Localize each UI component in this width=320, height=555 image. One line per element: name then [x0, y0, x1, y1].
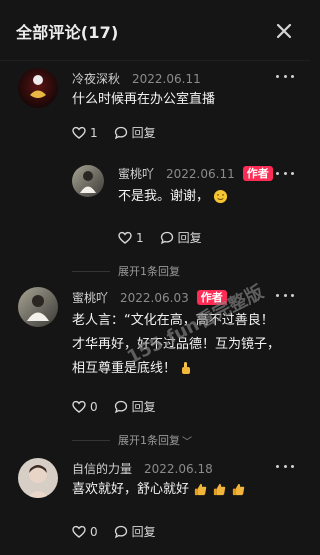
comment-meta: 冷夜深秋 2022.06.11 — [72, 70, 201, 87]
reply-text-content: 不是我。谢谢， — [118, 189, 210, 204]
avatar[interactable] — [18, 458, 58, 498]
comment-meta: 自信的力量 2022.06.18 — [72, 460, 213, 477]
reply-button[interactable]: 回复 — [114, 124, 156, 141]
expand-replies-link[interactable]: 展开1条回复 — [72, 263, 180, 279]
page-title: 全部评论(17) — [16, 23, 119, 42]
chevron-down-icon: ﹀ — [182, 436, 192, 448]
like-button[interactable]: 0 — [72, 400, 98, 414]
reply-actions: 1 回复 — [118, 229, 202, 246]
comment-date: 2022.06.11 — [132, 71, 201, 86]
comments-header: 全部评论(17) — [0, 0, 310, 61]
reply-date: 2022.06.11 — [166, 166, 235, 181]
reply-text: 不是我。谢谢， — [118, 185, 290, 209]
comment-text-content: 老人言：“文化在高，高不过善良！才华再好，好不过品德！互为镜子，相互尊重是底线！ — [72, 313, 281, 376]
comment-author[interactable]: 冷夜深秋 — [72, 70, 120, 87]
comment-item: 自信的力量 2022.06.18 喜欢就好，舒心就好 0 回复 — [0, 458, 310, 552]
like-count: 1 — [90, 125, 98, 140]
avatar[interactable] — [18, 68, 58, 108]
author-badge: 作者 — [242, 166, 273, 181]
comment-actions: 0 回复 — [72, 398, 156, 415]
divider-line — [72, 270, 110, 272]
like-button[interactable]: 1 — [72, 126, 98, 140]
reply-icon — [160, 231, 173, 244]
reply-button[interactable]: 回复 — [114, 398, 156, 415]
reply-label: 回复 — [131, 400, 156, 414]
expand-replies-label: 展开1条回复 — [118, 434, 180, 447]
reply-label: 回复 — [131, 126, 156, 140]
reply-author[interactable]: 蜜桃吖 — [118, 165, 154, 182]
more-icon[interactable] — [276, 72, 294, 80]
like-count: 0 — [90, 399, 98, 414]
heart-icon — [72, 126, 86, 139]
avatar-image — [18, 287, 58, 327]
comment-author[interactable]: 自信的力量 — [72, 460, 132, 477]
reply-button[interactable]: 回复 — [160, 229, 202, 246]
like-button[interactable]: 0 — [72, 525, 98, 539]
author-badge: 作者 — [196, 290, 227, 305]
expand-replies-link[interactable]: 展开1条回复 ﹀ — [72, 432, 192, 448]
comment-text-content: 喜欢就好，舒心就好 — [72, 482, 190, 497]
more-icon[interactable] — [276, 169, 294, 177]
comment-text: 老人言：“文化在高，高不过善良！才华再好，好不过品德！互为镜子，相互尊重是底线！ — [72, 309, 286, 381]
comment-list: 冷夜深秋 2022.06.11 什么时候再在办公室直播 1 回复 蜜桃吖 202… — [0, 61, 310, 555]
expand-replies-label: 展开1条回复 — [118, 265, 180, 278]
avatar-image — [72, 165, 104, 197]
comment-date: 2022.06.18 — [144, 461, 213, 476]
comment-date: 2022.06.03 — [120, 290, 189, 305]
comment-actions: 0 回复 — [72, 523, 156, 540]
avatar-image — [18, 458, 58, 498]
like-count: 1 — [136, 230, 144, 245]
comment-text: 什么时候再在办公室直播 — [72, 92, 216, 107]
more-icon[interactable] — [276, 291, 294, 299]
heart-icon — [72, 400, 86, 413]
more-icon[interactable] — [276, 462, 294, 470]
close-icon[interactable] — [276, 23, 292, 39]
like-count: 0 — [90, 524, 98, 539]
avatar[interactable] — [18, 287, 58, 327]
comment-author[interactable]: 蜜桃吖 — [72, 289, 108, 306]
comment-actions: 1 回复 — [72, 124, 156, 141]
thumbs-up-emoji-icon — [214, 483, 226, 496]
finger-emoji-icon — [182, 362, 191, 374]
thumbs-up-emoji-icon — [233, 483, 245, 496]
divider-line — [72, 439, 110, 441]
thumbs-up-emoji-icon — [195, 483, 207, 496]
reply-label: 回复 — [131, 525, 156, 539]
reply-icon — [114, 126, 127, 139]
reply-icon — [114, 525, 127, 538]
comment-meta: 蜜桃吖 2022.06.03 作者 — [72, 289, 227, 306]
avatar-image — [18, 68, 58, 108]
reply-meta: 蜜桃吖 2022.06.11 作者 — [118, 165, 273, 182]
reply-label: 回复 — [177, 231, 202, 245]
reply-icon — [114, 400, 127, 413]
comment-text: 喜欢就好，舒心就好 — [72, 478, 286, 502]
smile-emoji-icon — [214, 189, 228, 204]
like-button[interactable]: 1 — [118, 231, 144, 245]
avatar[interactable] — [72, 165, 104, 197]
comment-item: 蜜桃吖 2022.06.03 作者 老人言：“文化在高，高不过善良！才华再好，好… — [0, 287, 310, 437]
reply-button[interactable]: 回复 — [114, 523, 156, 540]
reply-item: 蜜桃吖 2022.06.11 作者 不是我。谢谢， 1 回复 — [0, 165, 310, 245]
heart-icon — [72, 525, 86, 538]
heart-icon — [118, 231, 132, 244]
